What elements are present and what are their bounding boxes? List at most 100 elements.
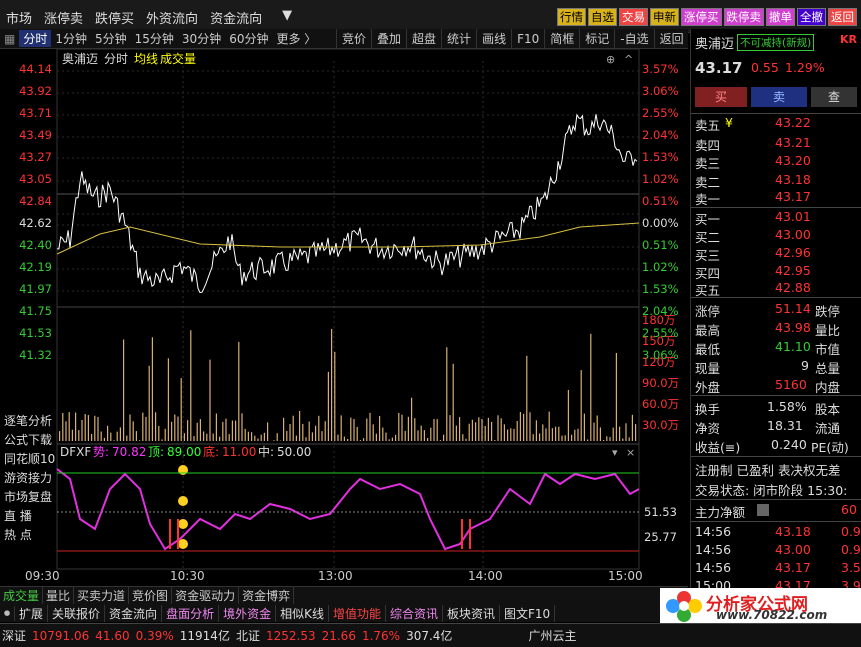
tool-watch[interactable]: -自选 xyxy=(614,29,653,49)
settings-icon[interactable]: ⊕ xyxy=(606,53,615,66)
volume-bar xyxy=(503,424,505,441)
time-tick: 13:00 xyxy=(318,569,353,583)
fn-similar-k[interactable]: 相似K线 xyxy=(276,604,329,622)
menu-market[interactable]: 市场 xyxy=(6,8,32,27)
fn-foreign-fund[interactable]: 境外资金 xyxy=(219,604,277,622)
tab-15min[interactable]: 15分钟 xyxy=(131,30,178,47)
fn-news[interactable]: 综合资讯 xyxy=(386,604,443,622)
fn-fund-flow[interactable]: 资金流向 xyxy=(105,604,163,622)
bid-label: 买三 xyxy=(695,248,721,263)
volume-bar xyxy=(107,425,109,441)
tab-30min[interactable]: 30分钟 xyxy=(178,30,225,47)
btn-cancel-all[interactable]: 全撤 xyxy=(797,8,826,26)
stat-row: 换手 1.58% 股本 xyxy=(695,399,861,419)
volume-bar xyxy=(273,440,275,441)
fn-market-analysis[interactable]: 盘面分析 xyxy=(162,604,220,622)
price-tick: 43.49 xyxy=(19,128,52,142)
btn-limit-down-sell[interactable]: 跌停卖 xyxy=(723,8,764,26)
tool-auction[interactable]: 竞价 xyxy=(336,29,371,49)
volume-bar xyxy=(142,412,144,441)
tick-vol: 0.9 xyxy=(841,524,861,539)
bid-price: 42.88 xyxy=(775,280,811,295)
stat-row: 最高 43.98 量比 xyxy=(695,320,861,340)
volume-bar xyxy=(475,422,477,441)
tab-1min[interactable]: 1分钟 xyxy=(51,30,91,47)
intraday-chart[interactable]: 奥浦迈 分时 均线 成交量 ⊕ ^ DFXF 势: 70.82 顶: 89.00… xyxy=(0,49,688,586)
signal-dot xyxy=(178,496,188,506)
tool-back[interactable]: 返回 xyxy=(653,29,689,49)
tool-overdisk[interactable]: 超盘 xyxy=(406,29,441,49)
side-tick-analysis[interactable]: 逐笔分析 xyxy=(0,412,56,431)
tab-60min[interactable]: 60分钟 xyxy=(225,30,272,47)
tab-5min[interactable]: 5分钟 xyxy=(91,30,131,47)
volume-bar xyxy=(465,438,467,441)
volume-bar xyxy=(459,417,461,441)
tab-intraday[interactable]: 分时 xyxy=(19,30,52,47)
tab-fund-game[interactable]: 资金博弈 xyxy=(239,587,295,604)
dropdown-arrow-icon[interactable]: ▼ xyxy=(282,8,292,27)
price-tick: 43.27 xyxy=(19,150,52,164)
volume-bar xyxy=(609,437,611,441)
btn-cancel-order[interactable]: 撤单 xyxy=(766,8,795,26)
side-hot[interactable]: 热 点 xyxy=(0,526,56,545)
tab-volume-ratio[interactable]: 量比 xyxy=(43,587,75,604)
menu-limit-up-sell[interactable]: 涨停卖 xyxy=(44,8,83,27)
tool-overlay[interactable]: 叠加 xyxy=(371,29,406,49)
fn-sector-news[interactable]: 板块资讯 xyxy=(443,604,501,622)
ask-price: 43.18 xyxy=(775,172,811,187)
query-button[interactable]: 查 xyxy=(811,87,857,107)
volume-bar xyxy=(337,434,339,441)
side-market-review[interactable]: 市场复盘 xyxy=(0,488,56,507)
quote-header: 奥浦迈 不可减持(新规) KR xyxy=(695,33,861,53)
collapse-icon[interactable]: ^ xyxy=(624,53,633,66)
tab-volume[interactable]: 成交量 xyxy=(0,587,44,604)
fn-f10[interactable]: 图文F10 xyxy=(500,604,556,622)
grid-icon[interactable]: ▦ xyxy=(0,32,19,46)
side-live[interactable]: 直 播 xyxy=(0,507,56,526)
tool-f10[interactable]: F10 xyxy=(511,29,544,49)
side-hot-money[interactable]: 游资接力 xyxy=(0,469,56,488)
tool-draw[interactable]: 画线 xyxy=(476,29,511,49)
vol-tick: 180万 xyxy=(642,313,676,327)
stat-value: 9 xyxy=(801,358,809,373)
buy-button[interactable]: 买 xyxy=(695,87,747,107)
btn-quote[interactable]: 行情 xyxy=(557,8,586,26)
tool-stats[interactable]: 统计 xyxy=(441,29,476,49)
top-menu: 市场 涨停卖 跌停买 外资流向 资金流向 ▼ xyxy=(6,8,304,27)
tool-mark[interactable]: 标记 xyxy=(579,29,614,49)
logo-url: www.70822.com xyxy=(716,608,828,622)
main-net-toggle-icon[interactable] xyxy=(757,504,769,516)
menu-limit-down-buy[interactable]: 跌停买 xyxy=(95,8,134,27)
tab-fund-drive[interactable]: 资金驱动力 xyxy=(172,587,240,604)
volume-axis: 180万 150万 120万 90.0万 60.0万 30.0万 xyxy=(642,310,690,440)
toggle-icon[interactable]: ⏺ xyxy=(0,605,16,621)
volume-bar xyxy=(596,415,598,441)
btn-subscribe[interactable]: 申新 xyxy=(650,8,679,26)
btn-limit-up-buy[interactable]: 涨停买 xyxy=(681,8,722,26)
menu-foreign-flow[interactable]: 外资流向 xyxy=(146,8,198,27)
volume-bar xyxy=(455,425,457,441)
tab-buy-sell-force[interactable]: 买卖力道 xyxy=(74,587,130,604)
btn-return[interactable]: 返回 xyxy=(828,8,857,26)
sell-button[interactable]: 卖 xyxy=(751,87,807,107)
top-buttons: 行情 自选 交易 申新 涨停买 跌停卖 撤单 全撤 返回 xyxy=(557,8,857,26)
volume-bar xyxy=(260,434,262,441)
fn-value-added[interactable]: 增值功能 xyxy=(329,604,386,622)
tab-more[interactable]: 更多 〉 xyxy=(272,30,320,47)
side-formula-download[interactable]: 公式下载 xyxy=(0,431,56,450)
tab-auction-chart[interactable]: 竞价图 xyxy=(129,587,173,604)
dfxf-dropdown-icon[interactable]: ▾ xyxy=(612,446,618,459)
side-ths10[interactable]: 同花顺10 xyxy=(0,450,56,469)
volume-bar xyxy=(407,416,409,441)
volume-bar xyxy=(580,370,582,441)
fn-expand[interactable]: 扩展 xyxy=(15,604,49,622)
dfxf-close-icon[interactable]: × xyxy=(626,446,635,459)
menu-fund-flow[interactable]: 资金流向 xyxy=(210,8,262,27)
btn-watchlist[interactable]: 自选 xyxy=(588,8,617,26)
tool-simple[interactable]: 简框 xyxy=(544,29,579,49)
volume-bar xyxy=(318,415,320,441)
fn-related-quote[interactable]: 关联报价 xyxy=(48,604,106,622)
btn-trade[interactable]: 交易 xyxy=(619,8,648,26)
volume-bar xyxy=(145,416,147,441)
volume-bar xyxy=(452,363,454,441)
